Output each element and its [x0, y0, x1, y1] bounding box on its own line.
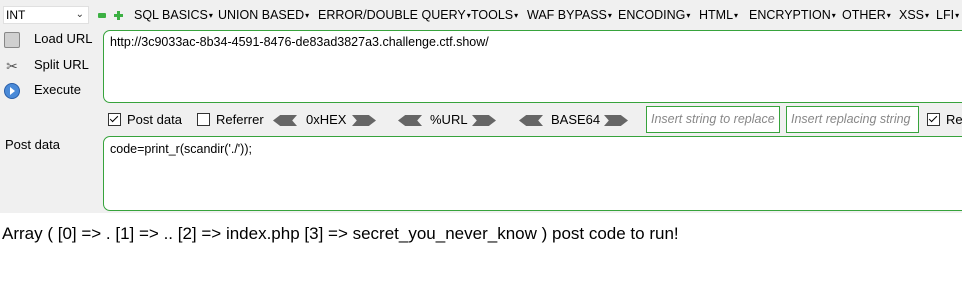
menu-error-double-query[interactable]: ERROR/DOUBLE QUERY▾ — [318, 8, 471, 22]
url-value: http://3c9033ac-8b34-4591-8476-de83ad382… — [110, 35, 489, 49]
url-encode-arrow-icon[interactable] — [472, 115, 496, 126]
hackbar-panel: INT ⌄ SQL BASICS▾ UNION BASED▾ ERROR/DOU… — [0, 0, 962, 213]
split-url-label: Split URL — [34, 57, 89, 72]
post-data-value: code=print_r(scandir('./')); — [110, 142, 252, 156]
replace-all-label: Re — [946, 112, 962, 127]
int-type-value: INT — [6, 8, 26, 22]
hex-encode-arrow-icon[interactable] — [352, 115, 376, 126]
load-url-label: Load URL — [34, 31, 93, 46]
replacing-string-placeholder: Insert replacing string — [791, 112, 911, 126]
minus-icon[interactable] — [98, 13, 106, 18]
referrer-check-icon — [197, 113, 210, 126]
menu-waf-bypass[interactable]: WAF BYPASS▾ — [527, 8, 612, 22]
menu-tools[interactable]: TOOLS▾ — [471, 8, 518, 22]
play-icon — [4, 83, 20, 99]
hex-label: 0xHEX — [306, 112, 347, 127]
referrer-checkbox-label: Referrer — [216, 112, 264, 127]
replace-all-check-icon — [927, 113, 940, 126]
replace-string-input[interactable]: Insert string to replace — [646, 106, 780, 133]
url-decode-arrow-icon[interactable] — [398, 115, 422, 126]
menu-encoding[interactable]: ENCODING▾ — [618, 8, 690, 22]
chevron-down-icon: ⌄ — [75, 9, 84, 20]
replacing-string-input[interactable]: Insert replacing string — [786, 106, 919, 133]
url-input[interactable]: http://3c9033ac-8b34-4591-8476-de83ad382… — [103, 30, 962, 103]
plus-icon[interactable] — [114, 11, 123, 20]
url-label: %URL — [430, 112, 468, 127]
base64-decode-arrow-icon[interactable] — [519, 115, 543, 126]
menu-bar: INT ⌄ SQL BASICS▾ UNION BASED▾ ERROR/DOU… — [0, 4, 962, 26]
execute-button[interactable]: Execute — [4, 81, 96, 101]
menu-html[interactable]: HTML▾ — [699, 8, 738, 22]
menu-xss[interactable]: XSS▾ — [899, 8, 929, 22]
hex-decode-arrow-icon[interactable] — [273, 115, 297, 126]
load-url-icon — [4, 32, 20, 48]
page-output-text: Array ( [0] => . [1] => .. [2] => index.… — [2, 224, 679, 243]
replace-all-checkbox[interactable]: Re — [927, 112, 962, 130]
load-url-button[interactable]: Load URL — [4, 30, 96, 50]
execute-label: Execute — [34, 82, 81, 97]
menu-lfi[interactable]: LFI▾ — [936, 8, 959, 22]
replace-string-placeholder: Insert string to replace — [651, 112, 775, 126]
post-data-checkbox-label: Post data — [127, 112, 182, 127]
menu-sql-basics[interactable]: SQL BASICS▾ — [134, 8, 213, 22]
post-data-checkbox[interactable]: Post data — [108, 112, 182, 130]
menu-encryption[interactable]: ENCRYPTION▾ — [749, 8, 836, 22]
int-type-select[interactable]: INT ⌄ — [3, 6, 89, 24]
menu-other[interactable]: OTHER▾ — [842, 8, 891, 22]
scissors-icon: ✂ — [6, 58, 18, 74]
menu-union-based[interactable]: UNION BASED▾ — [218, 8, 309, 22]
referrer-checkbox[interactable]: Referrer — [197, 112, 264, 130]
post-data-check-icon — [108, 113, 121, 126]
base64-encode-arrow-icon[interactable] — [604, 115, 628, 126]
post-data-label: Post data — [5, 137, 60, 152]
base64-label: BASE64 — [551, 112, 601, 127]
post-data-input[interactable]: code=print_r(scandir('./')); — [103, 136, 962, 211]
split-url-button[interactable]: ✂ Split URL — [4, 56, 96, 76]
